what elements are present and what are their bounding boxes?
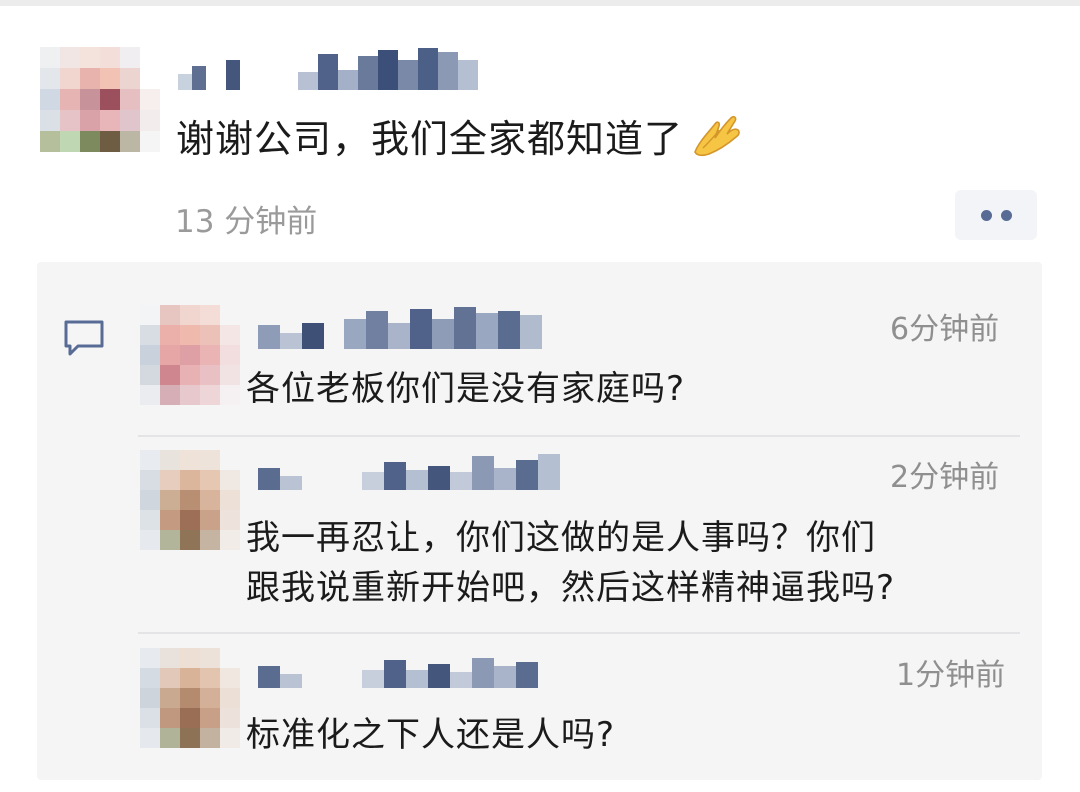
comment-icon <box>64 320 104 356</box>
comment-timestamp: 1分钟前 <box>896 658 1006 693</box>
comment-avatar[interactable] <box>140 648 240 748</box>
more-dots-icon <box>1000 209 1012 221</box>
post-text-content: 谢谢公司，我们全家都知道了 <box>176 117 684 161</box>
comment-author-name[interactable] <box>258 648 538 688</box>
post-author-avatar[interactable] <box>40 47 160 152</box>
comment-avatar[interactable] <box>140 305 240 405</box>
comment-text: 各位老板你们是没有家庭吗? <box>246 369 686 409</box>
comment-text-line1: 我一再忍让，你们这做的是人事吗？你们 <box>246 518 876 558</box>
more-dots-icon <box>980 209 992 221</box>
comment-author-name[interactable] <box>258 305 542 349</box>
comment-divider <box>138 435 1020 437</box>
comment-divider <box>138 632 1020 634</box>
comment-text-line2: 跟我说重新开始吧，然后这样精神逼我吗? <box>246 568 896 608</box>
comment-timestamp: 6分钟前 <box>890 312 1000 347</box>
comment-author-name[interactable] <box>258 446 560 490</box>
top-strip <box>0 0 1080 6</box>
comment-avatar[interactable] <box>140 450 240 550</box>
post-text: 谢谢公司，我们全家都知道了 <box>176 108 743 163</box>
comment-timestamp: 2分钟前 <box>890 460 1000 495</box>
comment-text: 标准化之下人还是人吗? <box>246 715 616 755</box>
folded-hands-emoji <box>694 115 740 157</box>
post-timestamp: 13 分钟前 <box>175 204 318 240</box>
more-actions-button[interactable] <box>955 190 1037 240</box>
post-author-name[interactable] <box>178 46 478 90</box>
